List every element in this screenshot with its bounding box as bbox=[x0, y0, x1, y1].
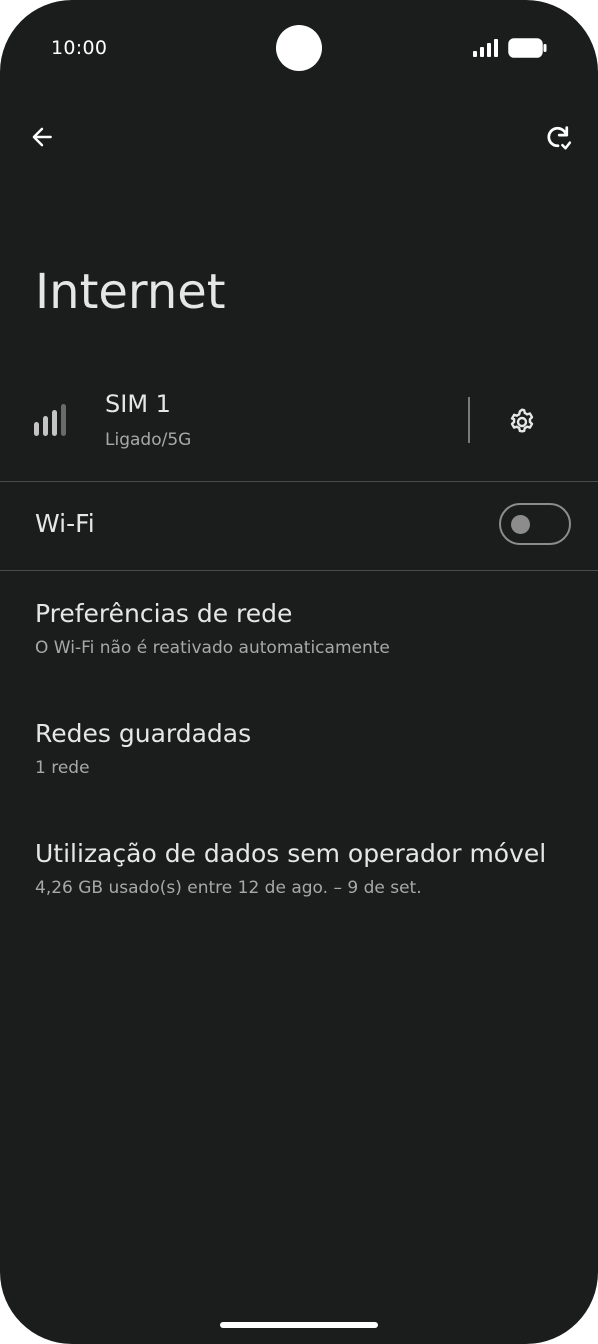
status-icons bbox=[473, 38, 548, 58]
item-title: Preferências de rede bbox=[35, 599, 293, 628]
item-subtitle: 4,26 GB usado(s) entre 12 de ago. – 9 de… bbox=[35, 878, 422, 898]
sim-settings-button[interactable] bbox=[502, 402, 542, 442]
page-title: Internet bbox=[35, 264, 226, 320]
status-time: 10:00 bbox=[51, 37, 108, 59]
home-indicator[interactable] bbox=[220, 1322, 378, 1328]
toggle-knob bbox=[511, 515, 530, 534]
divider bbox=[0, 570, 598, 571]
sim-row[interactable]: SIM 1 Ligado/5G bbox=[0, 380, 598, 480]
wifi-label: Wi-Fi bbox=[35, 509, 95, 538]
battery-icon bbox=[508, 38, 547, 58]
item-title: Utilização de dados sem operador móvel bbox=[35, 839, 547, 868]
back-button[interactable] bbox=[22, 117, 62, 157]
list-item-non-carrier-data-usage[interactable]: Utilização de dados sem operador móvel 4… bbox=[35, 838, 595, 898]
item-title: Redes guardadas bbox=[35, 719, 252, 748]
item-subtitle: 1 rede bbox=[35, 758, 90, 778]
list-item-saved-networks[interactable]: Redes guardadas 1 rede bbox=[35, 718, 595, 778]
wifi-toggle[interactable] bbox=[499, 503, 571, 545]
arrow-back-icon bbox=[32, 127, 52, 147]
item-subtitle: O Wi-Fi não é reativado automaticamente bbox=[35, 638, 390, 658]
refresh-icon bbox=[547, 126, 572, 150]
wifi-row[interactable]: Wi-Fi bbox=[0, 482, 598, 570]
refresh-button[interactable] bbox=[538, 117, 578, 157]
sim-title: SIM 1 bbox=[105, 390, 171, 418]
list-item-network-preferences[interactable]: Preferências de rede O Wi-Fi não é reati… bbox=[35, 598, 595, 658]
camera-cutout bbox=[276, 25, 322, 71]
gear-icon bbox=[510, 408, 534, 433]
sim-divider bbox=[468, 397, 470, 443]
cell-signal-icon bbox=[473, 39, 498, 57]
signal-bars-icon bbox=[34, 404, 66, 436]
phone-screen: 10:00 Internet SIM 1 Ligado/5G Wi-Fi Pre… bbox=[0, 0, 598, 1344]
sim-status: Ligado/5G bbox=[105, 430, 192, 450]
